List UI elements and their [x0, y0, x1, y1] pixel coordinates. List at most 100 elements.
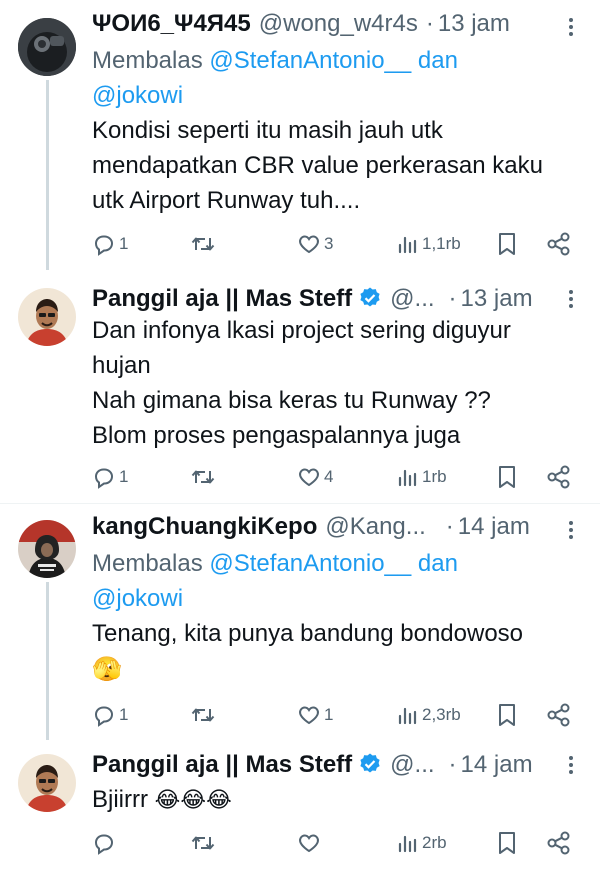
- view-count: 1,1rb: [422, 234, 461, 253]
- like-button[interactable]: 4: [297, 462, 333, 492]
- reply-prefix: Membalas: [92, 47, 203, 74]
- display-name[interactable]: Panggil aja || Mas Steff: [92, 285, 352, 313]
- reply-button[interactable]: 1: [92, 229, 128, 259]
- mention-link[interactable]: @jokowi: [92, 585, 183, 612]
- separator-dot: ·: [425, 10, 434, 37]
- reply-count: 1: [119, 234, 129, 253]
- share-icon: [547, 465, 570, 489]
- retweet-button[interactable]: [190, 229, 219, 259]
- tweet-header: ΨОИ6_Ψ4Я45 @wong_w4r4s · 13 jam: [92, 10, 560, 44]
- tweet-header: Panggil aja || Mas Steff @... · 14 jam: [92, 748, 560, 782]
- action-bar: 1 1 2,3rb: [92, 700, 582, 730]
- timestamp[interactable]: 13 jam: [461, 285, 533, 313]
- tweet-text-line: utk Airport Runway tuh....: [92, 187, 361, 214]
- avatar-image: [18, 754, 76, 812]
- like-count: 1: [324, 705, 334, 724]
- bookmark-button[interactable]: [496, 700, 518, 730]
- views-icon: [398, 707, 417, 725]
- views-button[interactable]: 1,1rb: [397, 229, 461, 259]
- share-button[interactable]: [546, 229, 572, 259]
- retweet-icon: [191, 237, 215, 251]
- share-button[interactable]: [546, 462, 572, 492]
- more-options-icon[interactable]: [564, 754, 578, 776]
- mention-link[interactable]: @jokowi: [92, 82, 183, 109]
- share-icon: [547, 831, 570, 855]
- reply-context: Membalas @StefanAntonio__ dan: [92, 547, 588, 581]
- avatar-image: [18, 520, 76, 578]
- views-button[interactable]: 1rb: [397, 462, 447, 492]
- action-bar: 1 3 1,1rb: [92, 229, 582, 259]
- tweet-emoji: 🫣: [92, 656, 122, 683]
- tweet-emoji-line: 🫣: [92, 653, 588, 687]
- like-button[interactable]: 1: [297, 700, 333, 730]
- reply-button[interactable]: 1: [92, 462, 128, 492]
- more-options-icon[interactable]: [564, 16, 578, 38]
- verified-badge-icon[interactable]: [358, 286, 382, 310]
- reply-prefix: Membalas: [92, 550, 203, 577]
- retweet-button[interactable]: [190, 462, 219, 492]
- reply-icon: [94, 706, 114, 727]
- tweet[interactable]: Panggil aja || Mas Steff @... · 13 jam D…: [0, 270, 600, 502]
- avatar[interactable]: [18, 288, 76, 346]
- bookmark-icon: [499, 466, 515, 488]
- user-handle[interactable]: @...: [390, 751, 434, 779]
- tweet-header: Panggil aja || Mas Steff @... · 13 jam: [92, 282, 560, 316]
- separator-dot: ·: [448, 751, 457, 778]
- avatar[interactable]: [18, 520, 76, 578]
- retweet-icon: [191, 836, 215, 850]
- tweet-text-line: hujan: [92, 352, 151, 379]
- verified-badge-icon[interactable]: [358, 752, 382, 776]
- action-bar: 1 4 1rb: [92, 462, 582, 492]
- reply-context-2: @jokowi: [92, 79, 588, 113]
- bookmark-icon: [499, 704, 515, 726]
- display-name[interactable]: kangChuangkiKepo: [92, 513, 317, 541]
- tweet-emoji: 😂😂😂: [154, 787, 232, 812]
- reply-icon: [94, 468, 114, 489]
- reply-button[interactable]: 1: [92, 700, 128, 730]
- more-options-icon[interactable]: [564, 519, 578, 541]
- reply-button[interactable]: [92, 828, 119, 858]
- tweet-text-line: Nah gimana bisa keras tu Runway ??: [92, 387, 491, 414]
- display-name[interactable]: ΨОИ6_Ψ4Я45: [92, 10, 251, 38]
- avatar[interactable]: [18, 18, 76, 76]
- timestamp[interactable]: 13 jam: [438, 10, 510, 38]
- views-icon: [398, 835, 417, 853]
- views-button[interactable]: 2,3rb: [397, 700, 461, 730]
- heart-icon: [299, 706, 319, 725]
- avatar[interactable]: [18, 754, 76, 812]
- retweet-button[interactable]: [190, 828, 219, 858]
- reply-context-2: @jokowi: [92, 582, 588, 616]
- tweet[interactable]: ΨОИ6_Ψ4Я45 @wong_w4r4s · 13 jam Membalas…: [0, 0, 600, 270]
- tweet-text-line: Blom proses pengaspalannya juga: [92, 422, 461, 449]
- user-handle[interactable]: @...: [390, 285, 434, 313]
- heart-icon: [299, 834, 319, 853]
- reply-count: 1: [119, 467, 129, 486]
- view-count: 2,3rb: [422, 705, 461, 724]
- user-handle[interactable]: @wong_w4r4s: [259, 10, 418, 38]
- reply-context: Membalas @StefanAntonio__ dan: [92, 44, 588, 78]
- bookmark-button[interactable]: [496, 828, 518, 858]
- reply-count: 1: [119, 705, 129, 724]
- views-button[interactable]: 2rb: [397, 828, 447, 858]
- share-button[interactable]: [546, 700, 572, 730]
- tweet[interactable]: Panggil aja || Mas Steff @... · 14 jam B…: [0, 740, 600, 873]
- like-count: 3: [324, 234, 334, 253]
- mention-link[interactable]: @StefanAntonio__: [209, 47, 411, 74]
- timestamp[interactable]: 14 jam: [458, 513, 530, 541]
- more-options-icon[interactable]: [564, 288, 578, 310]
- share-button[interactable]: [546, 828, 572, 858]
- mention-link[interactable]: @StefanAntonio__: [209, 550, 411, 577]
- bookmark-button[interactable]: [496, 462, 518, 492]
- retweet-icon: [191, 708, 215, 722]
- action-bar: 2rb: [92, 828, 582, 858]
- timestamp[interactable]: 14 jam: [461, 751, 533, 779]
- like-button[interactable]: 3: [297, 229, 333, 259]
- retweet-button[interactable]: [190, 700, 219, 730]
- heart-icon: [299, 468, 319, 487]
- bookmark-button[interactable]: [496, 229, 518, 259]
- bookmark-icon: [499, 832, 515, 854]
- tweet[interactable]: kangChuangkiKepo @Kang... · 14 jam Memba…: [0, 504, 600, 740]
- like-button[interactable]: [297, 828, 324, 858]
- display-name[interactable]: Panggil aja || Mas Steff: [92, 751, 352, 779]
- user-handle[interactable]: @Kang...: [325, 513, 425, 541]
